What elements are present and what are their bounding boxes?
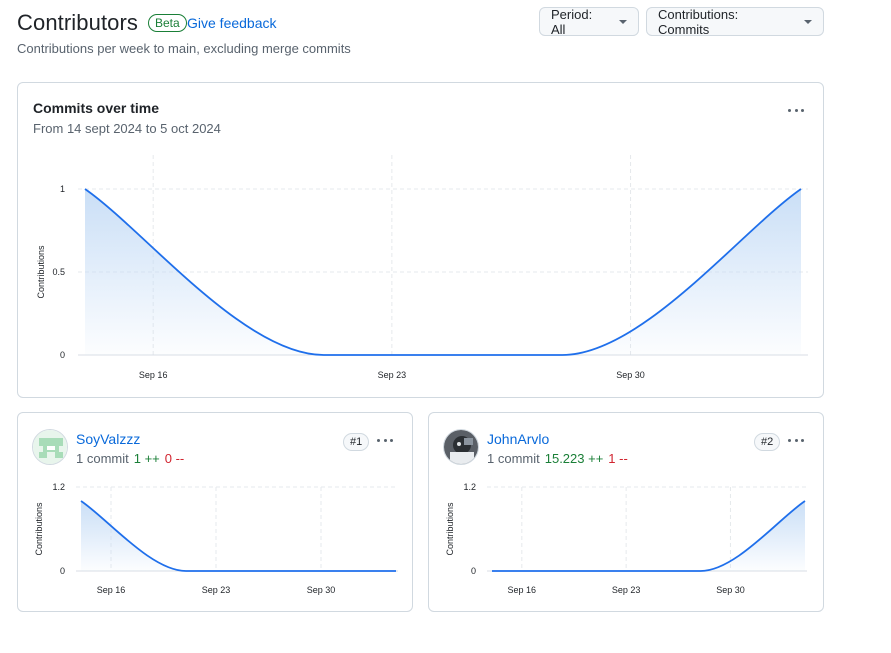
triangle-down-icon [619, 19, 627, 24]
y-tick-label: 1.2 [463, 482, 476, 492]
x-tick-label: Sep 23 [378, 370, 407, 380]
x-tick-label: Sep 16 [97, 585, 126, 595]
y-tick-label: 0.5 [52, 267, 65, 277]
beta-badge: Beta [148, 14, 187, 32]
y-axis-label: Contributions [445, 502, 455, 556]
x-tick-label: Sep 30 [616, 370, 645, 380]
period-select-button[interactable]: Period: All [539, 6, 639, 37]
contributor-card: SoyValzzz 1 commit 1 ++ 0 -- #1 0 1.2 Sep 16… [17, 412, 413, 612]
x-tick-label: Sep 23 [612, 585, 641, 595]
page-title: Contributors [17, 10, 139, 35]
x-tick-label: Sep 23 [202, 585, 231, 595]
y-tick-label: 1.2 [52, 482, 65, 492]
contributions-select-button[interactable]: Contributions: Commits [646, 6, 824, 37]
series-area [492, 501, 805, 571]
contributor-card: JohnArvlo 1 commit 15.223 ++ 1 -- #2 0 1.2 S… [428, 412, 824, 612]
contributions-select-label: Contributions: Commits [658, 6, 739, 37]
commits-over-time-chart: 0 0.5 1 Sep 16 Sep 23 Sep 30 Contributions [36, 155, 808, 380]
series-area [81, 501, 396, 571]
contributor-commits-chart: 0 1.2 Sep 16 Sep 23 Sep 30 Contributions [34, 482, 398, 595]
period-select-label: Period: All [551, 6, 593, 37]
x-tick-label: Sep 30 [307, 585, 336, 595]
y-axis-label: Contributions [34, 502, 44, 556]
x-tick-label: Sep 16 [139, 370, 168, 380]
x-tick-label: Sep 16 [508, 585, 537, 595]
give-feedback-link[interactable]: Give feedback [187, 15, 277, 31]
contributor-commits-chart: 0 1.2 Sep 16 Sep 23 Sep 30 Contributions [445, 482, 807, 595]
triangle-down-icon [804, 19, 812, 24]
x-tick-label: Sep 30 [716, 585, 745, 595]
y-tick-label: 0 [60, 350, 65, 360]
y-tick-label: 1 [60, 184, 65, 194]
commits-over-time-card: Commits over time From 14 sept 2024 to 5… [17, 82, 824, 398]
page-subtitle: Contributions per week to main, excludin… [17, 41, 351, 56]
y-tick-label: 0 [471, 566, 476, 576]
y-tick-label: 0 [60, 566, 65, 576]
y-axis-label: Contributions [36, 245, 46, 299]
